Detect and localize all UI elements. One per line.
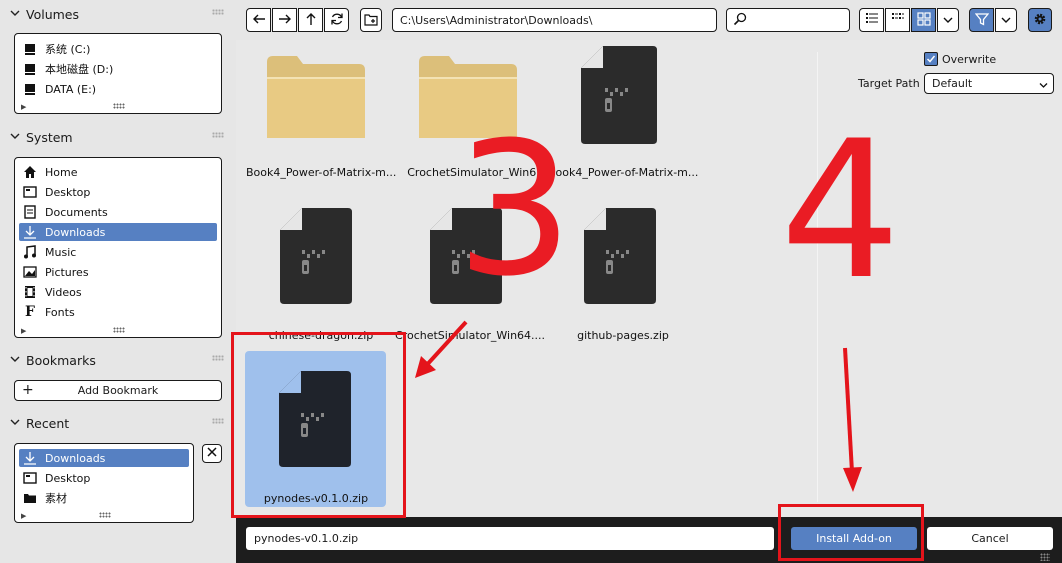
annotation-arrows <box>415 320 862 492</box>
annotation-arrow-icon <box>843 347 862 492</box>
annotation-arrow-icon <box>415 320 468 378</box>
